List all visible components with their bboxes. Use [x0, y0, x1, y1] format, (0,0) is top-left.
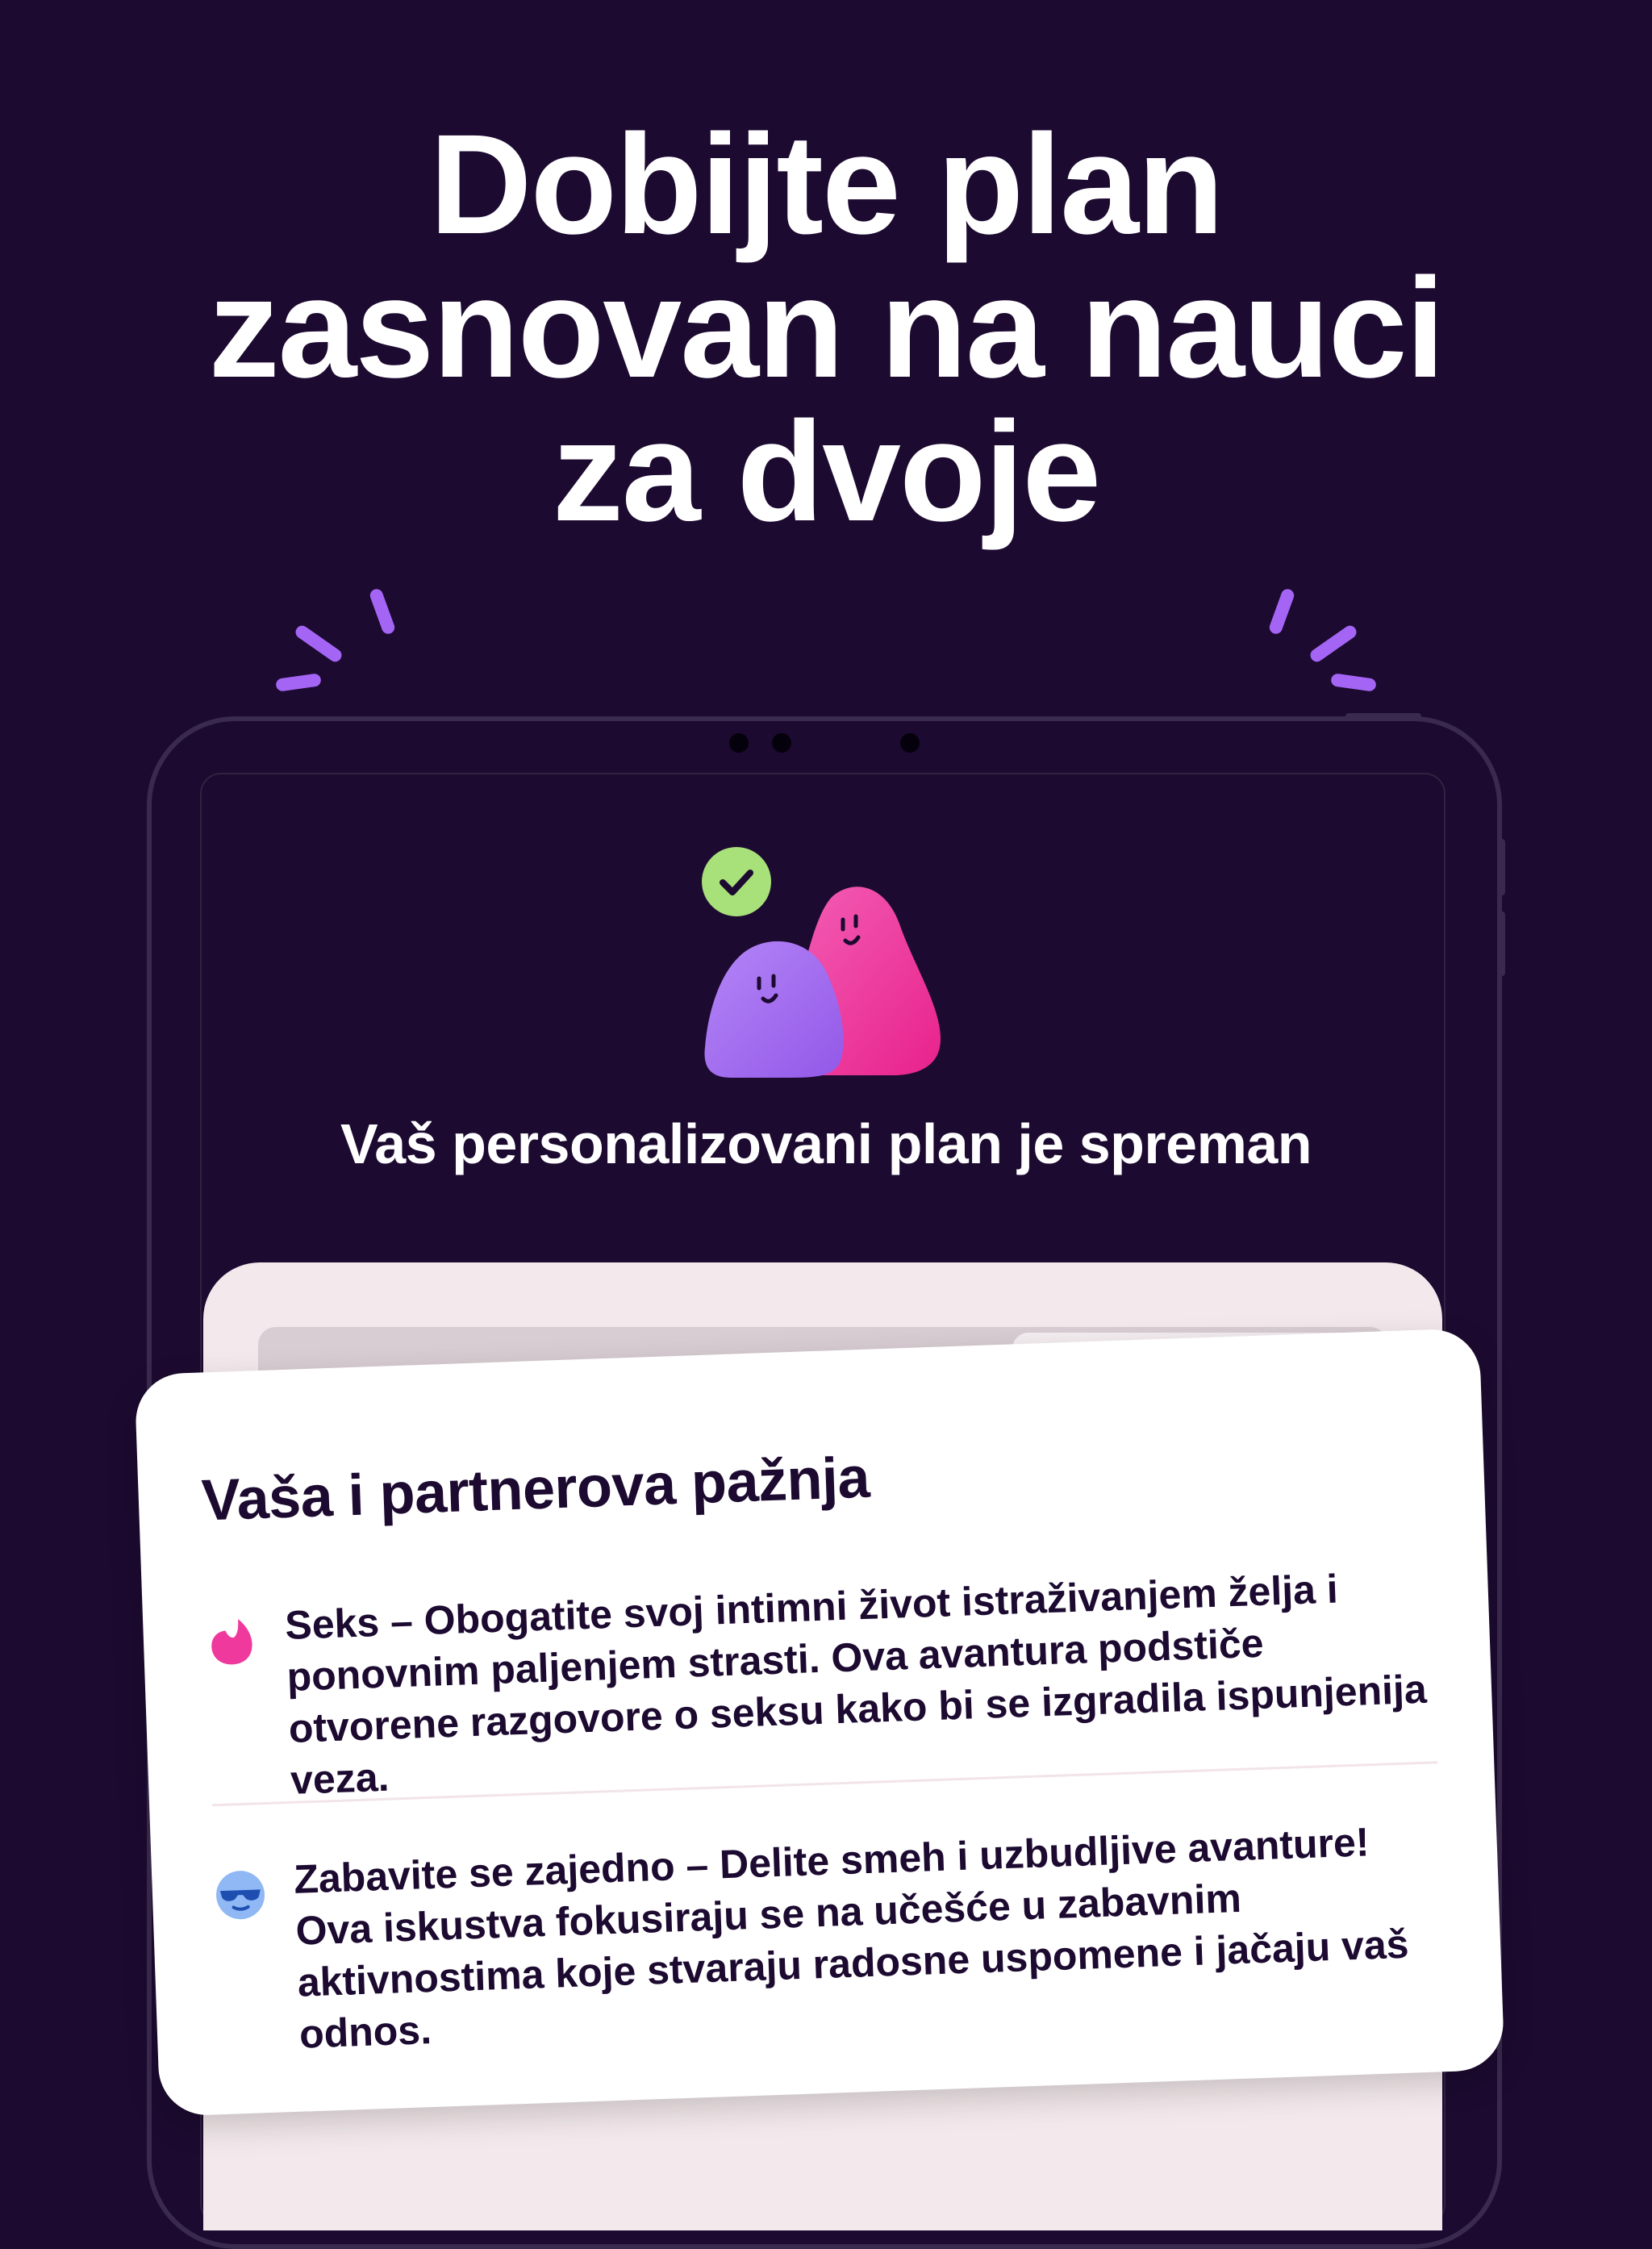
sparkle-left-3 — [275, 673, 322, 692]
sparkle-right-3 — [1330, 673, 1377, 692]
list-item-sex: Seks – Obogatite svoj intimni život istr… — [205, 1559, 1430, 1803]
attention-card: Vaša i partnerova pažnja Seks – Obogatit… — [134, 1328, 1505, 2117]
check-badge-icon — [702, 847, 771, 916]
camera-dot-3 — [900, 733, 920, 753]
camera-dot-1 — [729, 733, 749, 753]
camera-dot-2 — [772, 733, 791, 753]
headline-line-2: zasnovan na nauci — [208, 249, 1446, 407]
headline: Dobijte plan zasnovan na nauci za dvoje — [0, 113, 1652, 544]
couple-blobs-illustration — [702, 847, 941, 1078]
tablet-side-button-1 — [1499, 839, 1505, 895]
sparkle-right-2 — [1308, 623, 1359, 665]
flame-icon — [211, 1619, 252, 1665]
headline-line-3: za dvoje — [552, 393, 1101, 551]
sparkle-left-1 — [368, 587, 397, 636]
tablet-top-button — [1345, 713, 1421, 720]
card-title: Vaša i partnerova pažnja — [200, 1445, 871, 1533]
tablet-side-button-2 — [1499, 912, 1505, 976]
sparkle-right-1 — [1267, 587, 1296, 636]
sunglasses-face-icon — [216, 1871, 265, 1920]
list-item-text: Zabavite se zajedno – Delite smeh i uzbu… — [293, 1819, 1410, 2057]
headline-line-1: Dobijte plan — [429, 106, 1224, 264]
plan-ready-text: Vaš personalizovani plan je spreman — [340, 1112, 1312, 1175]
list-item-fun: Zabavite se zajedno – Delite smeh i uzbu… — [214, 1813, 1439, 2057]
sparkle-left-2 — [293, 623, 344, 665]
